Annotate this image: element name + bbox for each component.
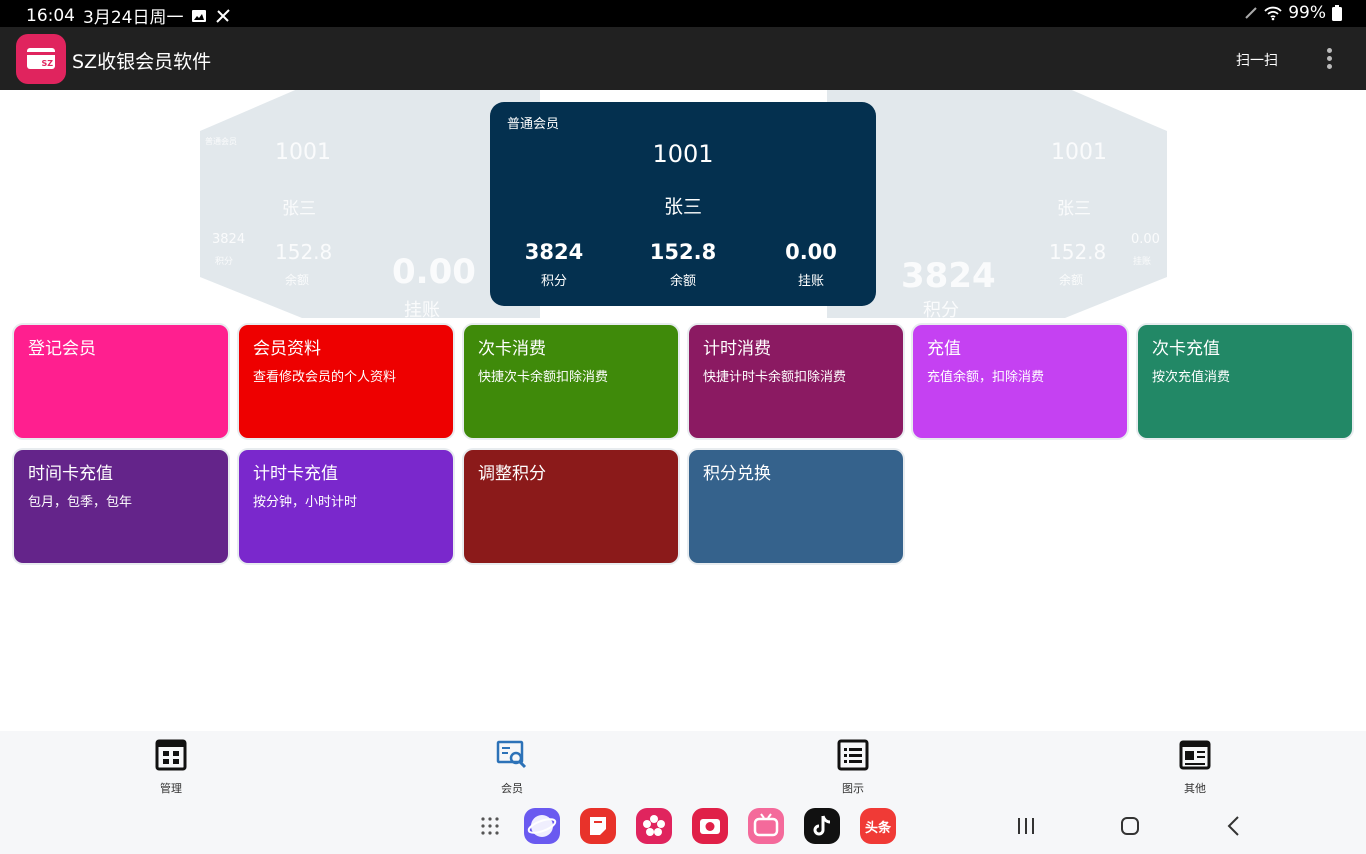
samsung-internet-app[interactable] [524,808,560,844]
wifi-icon [1264,6,1282,21]
status-date: 3月24日周一 [83,8,184,28]
member-id: 1001 [652,140,714,168]
status-bar: 16:04 3月24日周一 99% [0,0,1366,28]
system-nav-bar: 头条 [0,799,1366,854]
register-member-tile[interactable]: 登记会员 [14,325,228,438]
recharge-tile[interactable]: 充值 充值余额，扣除消费 [913,325,1127,438]
next-member-card[interactable]: 1001 张三 3824 积分 152.8 余额 0.00 挂账 [827,90,1167,318]
recents-icon[interactable] [1016,816,1036,836]
points-exchange-tile[interactable]: 积分兑换 [689,450,903,563]
nav-chart[interactable]: 图示 [813,739,893,796]
nav-member-label: 会员 [501,782,523,795]
home-icon[interactable] [1120,816,1140,836]
member-carousel[interactable]: 普通会员 1001 张三 3824 积分 152.8 余额 0.00 挂账 10… [0,90,1366,318]
camera-app[interactable] [692,808,728,844]
pen-icon [1245,7,1257,19]
member-debt: 0.00 挂账 [785,240,837,289]
grid-manage-icon [155,739,187,771]
battery-percent: 99% [1288,3,1326,23]
adjust-points-tile[interactable]: 调整积分 [464,450,678,563]
bottom-nav: 管理 会员 图示 其他 [0,731,1366,799]
notes-app[interactable] [580,808,616,844]
member-name: 张三 [663,196,702,218]
status-time: 16:04 [26,5,75,26]
gallery-icon [192,9,207,22]
toutiao-app[interactable]: 头条 [860,808,896,844]
member-points: 3824 积分 [524,240,584,289]
nav-chart-label: 图示 [842,782,864,795]
nav-member[interactable]: 会员 [472,739,552,796]
tiktok-app[interactable] [804,808,840,844]
nav-manage[interactable]: 管理 [131,739,211,796]
app-title: SZ收银会员软件 [72,51,212,73]
current-member-card[interactable]: 普通会员 1001 张三 3824 积分 152.8 余额 0.00 挂账 [490,102,876,306]
app-drawer-icon[interactable] [480,816,500,836]
tools-icon [216,8,231,23]
member-level: 普通会员 [507,117,560,132]
prev-member-card[interactable]: 普通会员 1001 张三 3824 积分 152.8 余额 0.00 挂账 [200,90,540,318]
timed-consume-tile[interactable]: 计时消费 快捷计时卡余额扣除消费 [689,325,903,438]
nav-other[interactable]: 其他 [1155,739,1235,796]
member-balance: 152.8 余额 [649,240,717,289]
bilibili-app[interactable] [748,808,784,844]
scan-button[interactable]: 扫一扫 [1236,50,1278,70]
back-icon[interactable] [1224,815,1244,837]
count-card-consume-tile[interactable]: 次卡消费 快捷次卡余额扣除消费 [464,325,678,438]
time-card-recharge-tile[interactable]: 时间卡充值 包月，包季，包年 [14,450,228,563]
member-search-icon [496,740,527,769]
flower-app[interactable] [636,808,672,844]
nav-manage-label: 管理 [160,782,182,795]
member-profile-tile[interactable]: 会员资料 查看修改会员的个人资料 [239,325,453,438]
battery-icon [1332,5,1342,21]
app-logo: SZ [16,34,66,84]
more-vert-icon[interactable] [1320,45,1340,73]
app-bar: SZ SZ收银会员软件 扫一扫 [0,27,1366,90]
list-chart-icon [837,739,869,771]
nav-other-label: 其他 [1184,782,1206,795]
profile-card-icon [1179,740,1211,770]
count-card-recharge-tile[interactable]: 次卡充值 按次充值消费 [1138,325,1352,438]
timer-card-recharge-tile[interactable]: 计时卡充值 按分钟，小时计时 [239,450,453,563]
